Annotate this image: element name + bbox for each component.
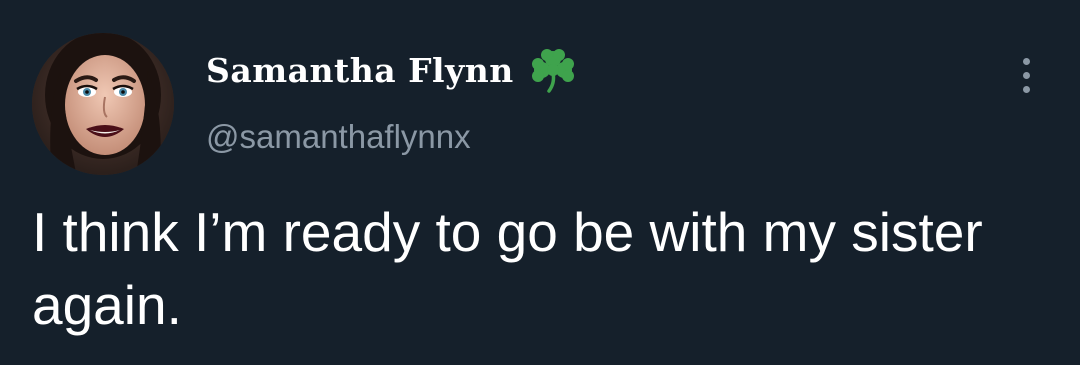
more-vertical-icon xyxy=(1022,57,1030,65)
username-handle[interactable]: @samanthaflynnx xyxy=(206,118,471,156)
more-vertical-icon-dot xyxy=(1022,71,1030,79)
profile-photo xyxy=(32,33,174,175)
more-vertical-icon-dot xyxy=(1022,85,1030,93)
shamrock-icon xyxy=(528,45,578,95)
display-name[interactable]: Samantha Flynn xyxy=(206,51,514,90)
tweet-card: Samantha Flynn @samanthaflynnx I think I… xyxy=(0,0,1080,365)
more-options-button[interactable] xyxy=(1006,50,1046,100)
avatar[interactable] xyxy=(32,33,174,175)
tweet-text: I think I’m ready to go be with my siste… xyxy=(32,201,983,336)
author-name-row: Samantha Flynn xyxy=(206,46,578,94)
